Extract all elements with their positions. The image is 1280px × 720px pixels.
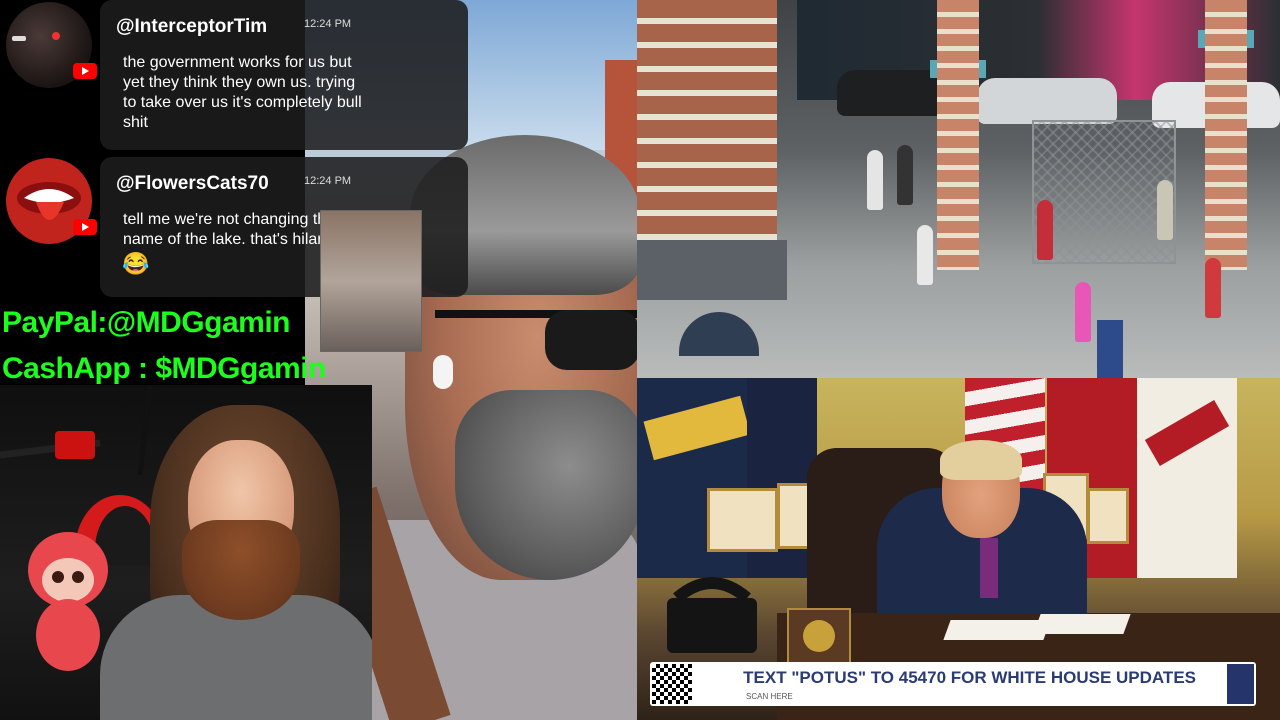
youtube-icon <box>73 63 97 79</box>
picture-frame <box>707 488 778 552</box>
street-camera-feed <box>637 0 1280 378</box>
chyron-subtext: SCAN HERE <box>746 692 793 701</box>
pedestrian <box>1075 282 1091 342</box>
man-hair <box>940 440 1022 480</box>
picture-frame <box>1087 488 1129 544</box>
document <box>1033 614 1131 634</box>
red-plush-toy-icon <box>28 532 108 671</box>
airpod <box>433 355 453 389</box>
building-base <box>637 240 787 300</box>
chat-message-1: @InterceptorTim 12:24 PM the government … <box>100 0 468 150</box>
chat-timestamp: 12:24 PM <box>304 175 352 187</box>
chain-link-fence <box>1032 120 1176 264</box>
umbrella-icon <box>679 312 759 356</box>
army-flag <box>1137 378 1237 578</box>
pillar <box>1205 0 1247 270</box>
chyron-text: TEXT "POTUS" TO 45470 FOR WHITE HOUSE UP… <box>743 668 1196 687</box>
coin-display <box>787 608 851 666</box>
streamer-beard <box>182 520 300 620</box>
pedestrian <box>1037 200 1053 260</box>
pillar <box>937 0 979 270</box>
laughing-emoji: 😂 <box>122 251 150 276</box>
pedestrian <box>867 150 883 210</box>
pedestrian <box>917 225 933 285</box>
pedestrian <box>897 145 913 205</box>
news-chyron: TEXT "POTUS" TO 45470 FOR WHITE HOUSE UP… <box>650 662 1256 706</box>
blue-bin <box>1097 320 1123 378</box>
chat-username: @FlowersCats70 <box>116 173 269 194</box>
pedestrian <box>1157 180 1173 240</box>
youtube-icon <box>73 219 97 235</box>
chat-timestamp: 12:24 PM <box>304 18 352 30</box>
streamer-webcam <box>0 385 372 720</box>
sunglasses-icon <box>435 310 637 370</box>
chat-text: the government works for us but yet they… <box>123 54 362 131</box>
paypal-label: PayPal:@MDGgamin <box>2 306 291 339</box>
inset-thumbnail <box>320 210 422 352</box>
white-car <box>977 78 1117 124</box>
purple-tie <box>980 538 998 598</box>
qr-code-icon <box>652 664 692 704</box>
white-house-seal-icon <box>1227 664 1254 704</box>
cashapp-label: CashApp : $MDGgamin <box>2 352 326 385</box>
chat-username: @InterceptorTim <box>116 16 268 37</box>
pedestrian <box>1205 258 1221 318</box>
telephone-icon <box>667 577 757 653</box>
man-beard <box>455 390 637 580</box>
